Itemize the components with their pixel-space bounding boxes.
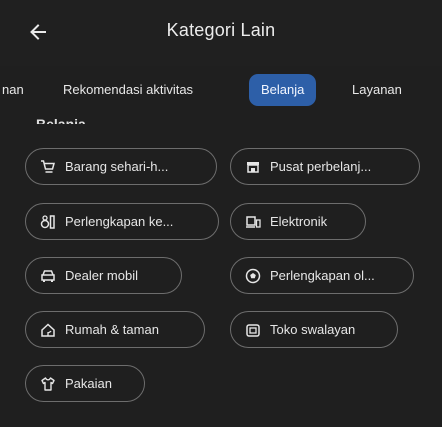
chip-perlengkapan-kecantikan[interactable]: Perlengkapan ke... [25,203,219,240]
section-heading: Belanja [36,116,86,124]
top-app-bar: Kategori Lain [0,0,442,66]
chip-label: Dealer mobil [65,268,138,283]
chip-label: Toko swalayan [270,322,356,337]
chip-label: Rumah & taman [65,322,159,337]
tab-layanan[interactable]: Layanan [352,74,402,106]
chip-barang-sehari-hari[interactable]: Barang sehari-h... [25,148,217,185]
category-chip-grid: Barang sehari-h... Pusat perbelanj... Pe… [0,124,442,427]
chip-rumah-taman[interactable]: Rumah & taman [25,311,205,348]
beauty-products-icon [40,214,56,230]
chip-elektronik[interactable]: Elektronik [230,203,366,240]
chip-pakaian[interactable]: Pakaian [25,365,145,402]
tab-belanja[interactable]: Belanja [249,74,317,106]
store-icon [245,159,261,175]
car-icon [40,268,56,284]
shirt-icon [40,376,56,392]
soccer-ball-icon [245,268,261,284]
chip-label: Elektronik [270,214,328,229]
chip-label: Perlengkapan ol... [270,268,375,283]
chip-dealer-mobil[interactable]: Dealer mobil [25,257,182,294]
page-title: Kategori Lain [166,20,276,40]
chip-label: Barang sehari-h... [65,159,169,174]
chip-perlengkapan-olahraga[interactable]: Perlengkapan ol... [230,257,414,294]
chip-label: Pusat perbelanj... [270,159,372,174]
tab-layanan-partial[interactable]: nan [2,74,24,106]
home-garden-icon [40,322,56,338]
devices-icon [245,214,261,230]
chip-label: Pakaian [65,376,112,391]
shopping-cart-icon [40,159,56,175]
chip-pusat-perbelanjaan[interactable]: Pusat perbelanj... [230,148,420,185]
chip-label: Perlengkapan ke... [65,214,174,229]
tab-rekomendasi-aktivitas[interactable]: Rekomendasi aktivitas [63,74,193,106]
chip-toko-swalayan[interactable]: Toko swalayan [230,311,398,348]
category-tabs: nan Rekomendasi aktivitas Belanja Layana… [0,66,442,114]
grocery-store-icon [245,322,261,338]
